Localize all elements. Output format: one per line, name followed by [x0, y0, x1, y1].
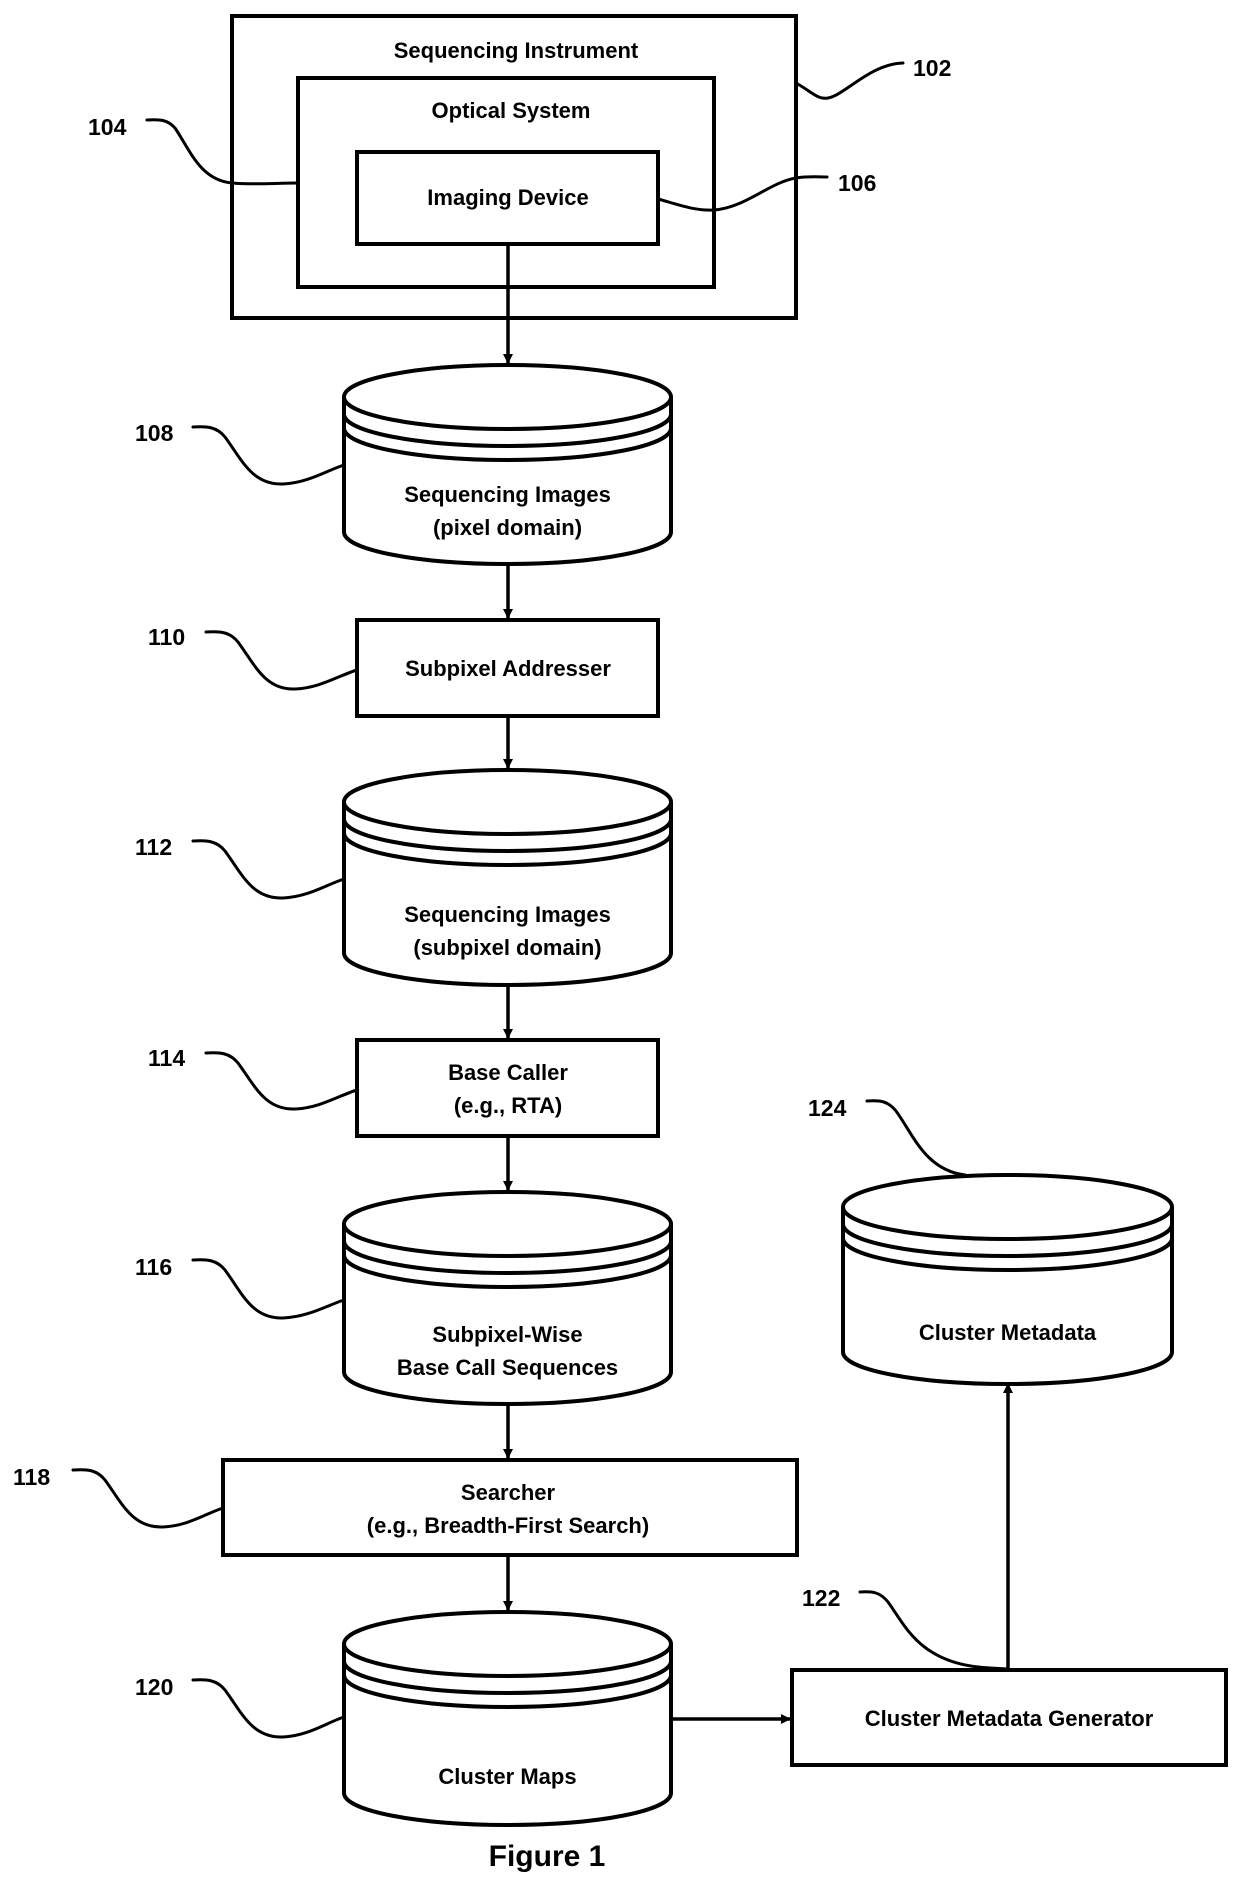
- sequencing-images-pixel-cylinder: Sequencing Images (pixel domain): [342, 363, 673, 566]
- leader-108: [191, 425, 346, 486]
- ref-106: 106: [838, 170, 876, 196]
- sequencing-images-subpixel-label-line1: Sequencing Images: [404, 902, 611, 927]
- base-call-sequences-label-line2: Base Call Sequences: [397, 1355, 618, 1380]
- base-caller-box: [355, 1038, 660, 1138]
- ref-114: 114: [148, 1045, 185, 1071]
- base-caller-label-line1: Base Caller: [448, 1060, 568, 1085]
- leader-118: [71, 1468, 225, 1529]
- ref-118: 118: [13, 1464, 50, 1490]
- ref-122: 122: [802, 1585, 840, 1611]
- sequencing-images-subpixel-cylinder: Sequencing Images (subpixel domain): [342, 768, 673, 987]
- base-call-sequences-cylinder-top: [342, 1190, 673, 1258]
- base-call-sequences-cylinder: Subpixel-Wise Base Call Sequences: [342, 1190, 673, 1406]
- cluster-maps-cylinder: Cluster Maps: [342, 1610, 673, 1827]
- sequencing-instrument-label: Sequencing Instrument: [394, 38, 639, 63]
- sequencing-images-pixel-label-line2: (pixel domain): [433, 515, 582, 540]
- cluster-maps-cylinder-top: [342, 1610, 673, 1678]
- cluster-metadata-label: Cluster Metadata: [919, 1320, 1097, 1345]
- leader-124: [865, 1099, 967, 1177]
- sequencing-images-subpixel-label-line2: (subpixel domain): [413, 935, 601, 960]
- ref-116: 116: [135, 1254, 172, 1280]
- ref-120: 120: [135, 1674, 173, 1700]
- optical-system-label: Optical System: [432, 98, 591, 123]
- flow-diagram: Sequencing Instrument Optical System Ima…: [13, 14, 1228, 1873]
- imaging-device-node: Imaging Device: [355, 150, 660, 246]
- ref-112: 112: [135, 834, 172, 860]
- base-caller-node: Base Caller (e.g., RTA): [355, 1038, 660, 1138]
- imaging-device-label: Imaging Device: [427, 185, 588, 210]
- leader-114: [204, 1051, 359, 1111]
- base-caller-label-line2: (e.g., RTA): [454, 1093, 562, 1118]
- subpixel-addresser-node: Subpixel Addresser: [355, 618, 660, 718]
- searcher-node: Searcher (e.g., Breadth-First Search): [221, 1458, 799, 1557]
- ref-104: 104: [88, 114, 127, 140]
- subpixel-addresser-label: Subpixel Addresser: [405, 656, 611, 681]
- sequencing-images-subpixel-cylinder-top: [342, 768, 673, 836]
- leader-120: [191, 1678, 346, 1739]
- cluster-metadata-generator-node: Cluster Metadata Generator: [790, 1668, 1228, 1767]
- ref-102: 102: [913, 55, 951, 81]
- cluster-metadata-cylinder-top: [841, 1173, 1174, 1241]
- searcher-label-line1: Searcher: [461, 1480, 556, 1505]
- cluster-metadata-generator-label: Cluster Metadata Generator: [865, 1706, 1154, 1731]
- searcher-box: [221, 1458, 799, 1557]
- ref-108: 108: [135, 420, 174, 446]
- leader-122: [858, 1590, 1010, 1671]
- searcher-label-line2: (e.g., Breadth-First Search): [367, 1513, 649, 1538]
- leader-116: [191, 1258, 346, 1320]
- sequencing-images-pixel-cylinder-top: [342, 363, 673, 431]
- ref-110: 110: [148, 624, 185, 650]
- cluster-metadata-cylinder: Cluster Metadata: [841, 1173, 1174, 1386]
- leader-102: [794, 61, 905, 100]
- cluster-maps-label: Cluster Maps: [438, 1764, 576, 1789]
- leader-112: [191, 839, 346, 900]
- figure-caption: Figure 1: [489, 1840, 606, 1873]
- base-call-sequences-label-line1: Subpixel-Wise: [432, 1322, 582, 1347]
- sequencing-images-pixel-label-line1: Sequencing Images: [404, 482, 611, 507]
- leader-110: [204, 630, 359, 691]
- ref-124: 124: [808, 1095, 847, 1121]
